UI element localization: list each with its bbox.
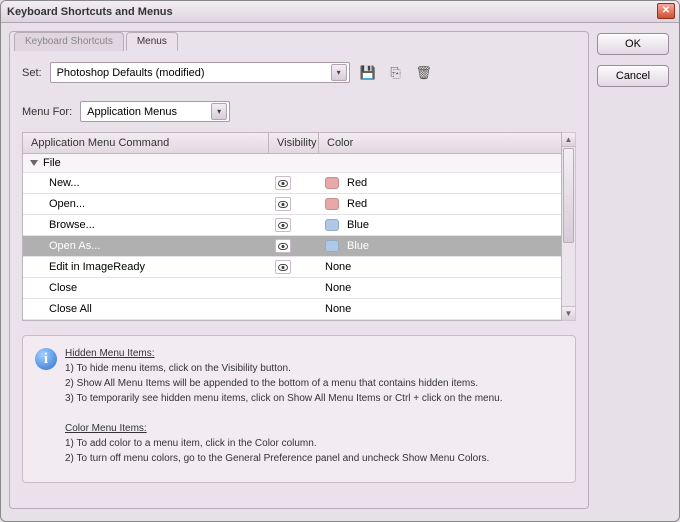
set-label: Set: <box>22 67 42 79</box>
cell-color[interactable]: Blue <box>319 219 561 231</box>
color-name: None <box>325 303 351 315</box>
cell-command: Open As... <box>23 240 269 252</box>
menu-for-label: Menu For: <box>22 106 72 118</box>
cell-color[interactable]: Red <box>319 198 561 210</box>
cell-visibility[interactable] <box>269 239 319 253</box>
info-line: 2) Show All Menu Items will be appended … <box>65 376 563 391</box>
cell-visibility[interactable] <box>269 260 319 274</box>
scroll-down-icon[interactable]: ▼ <box>562 306 575 320</box>
hidden-items-heading: Hidden Menu Items: <box>65 346 563 361</box>
grid-header: Application Menu Command Visibility Colo… <box>22 132 562 154</box>
cancel-button[interactable]: Cancel <box>597 65 669 87</box>
tabstrip: Keyboard Shortcuts Menus <box>14 31 178 50</box>
color-name: Blue <box>347 240 369 252</box>
set-value: Photoshop Defaults (modified) <box>57 67 205 79</box>
scroll-track[interactable] <box>562 147 575 306</box>
dialog-body: OK Cancel Keyboard Shortcuts Menus Set: … <box>1 23 679 521</box>
visibility-eye-icon[interactable] <box>275 176 291 190</box>
tab-content: Set: Photoshop Defaults (modified) ▾ 💾 ⎘… <box>10 52 588 508</box>
cell-command: New... <box>23 177 269 189</box>
color-name: Red <box>347 177 367 189</box>
menu-for-value: Application Menus <box>87 106 177 118</box>
color-swatch-icon <box>325 177 339 189</box>
delete-set-icon[interactable]: 🗑 <box>414 63 434 83</box>
scroll-up-icon[interactable]: ▲ <box>562 133 575 147</box>
visibility-eye-icon[interactable] <box>275 260 291 274</box>
color-swatch-icon <box>325 240 339 252</box>
save-set-as-icon[interactable]: ⎘ <box>386 63 406 83</box>
info-line: 2) To turn off menu colors, go to the Ge… <box>65 451 563 466</box>
cell-command: Open... <box>23 198 269 210</box>
table-row[interactable]: Open... Red <box>23 194 561 215</box>
cell-command: Close All <box>23 303 269 315</box>
col-header-command[interactable]: Application Menu Command <box>23 133 269 153</box>
info-line: 3) To temporarily see hidden menu items,… <box>65 391 563 406</box>
table-row[interactable]: Close None <box>23 278 561 299</box>
ok-button[interactable]: OK <box>597 33 669 55</box>
main-panel: Keyboard Shortcuts Menus Set: Photoshop … <box>9 31 589 509</box>
dialog-window: Keyboard Shortcuts and Menus ✕ OK Cancel… <box>0 0 680 522</box>
chevron-down-icon: ▾ <box>331 64 347 81</box>
cell-color[interactable]: None <box>319 261 561 273</box>
color-items-heading: Color Menu Items: <box>65 421 563 436</box>
menu-for-select[interactable]: Application Menus ▾ <box>80 101 230 122</box>
color-name: Blue <box>347 219 369 231</box>
cell-visibility[interactable] <box>269 176 319 190</box>
cell-command: Browse... <box>23 219 269 231</box>
cell-command: Close <box>23 282 269 294</box>
info-panel: i Hidden Menu Items: 1) To hide menu ite… <box>22 335 576 483</box>
cell-visibility[interactable] <box>269 218 319 232</box>
cell-color[interactable]: Red <box>319 177 561 189</box>
color-name: Red <box>347 198 367 210</box>
table-row[interactable]: New... Red <box>23 173 561 194</box>
scroll-thumb[interactable] <box>563 148 574 243</box>
visibility-eye-icon[interactable] <box>275 218 291 232</box>
menu-grid: Application Menu Command Visibility Colo… <box>22 132 576 321</box>
col-header-color[interactable]: Color <box>319 133 561 153</box>
menu-for-row: Menu For: Application Menus ▾ <box>22 101 576 122</box>
color-swatch-icon <box>325 219 339 231</box>
cell-color[interactable]: Blue <box>319 240 561 252</box>
cell-color[interactable]: None <box>319 282 561 294</box>
cell-color[interactable]: None <box>319 303 561 315</box>
grid-body: File New...RedOpen...RedBrowse...BlueOpe… <box>22 154 562 321</box>
table-row[interactable]: Close All None <box>23 299 561 320</box>
chevron-down-icon: ▾ <box>211 103 227 120</box>
visibility-eye-icon[interactable] <box>275 197 291 211</box>
disclosure-triangle-icon <box>29 158 39 168</box>
cell-command: Edit in ImageReady <box>23 261 269 273</box>
color-name: None <box>325 261 351 273</box>
table-row[interactable]: Edit in ImageReady None <box>23 257 561 278</box>
tab-menus[interactable]: Menus <box>126 32 178 51</box>
info-text: Hidden Menu Items: 1) To hide menu items… <box>65 346 563 466</box>
save-set-icon[interactable]: 💾 <box>358 63 378 83</box>
titlebar: Keyboard Shortcuts and Menus ✕ <box>1 1 679 23</box>
set-select[interactable]: Photoshop Defaults (modified) ▾ <box>50 62 350 83</box>
visibility-eye-icon[interactable] <box>275 239 291 253</box>
dialog-buttons: OK Cancel <box>597 33 669 87</box>
col-header-visibility[interactable]: Visibility <box>269 133 319 153</box>
info-line: 1) To add color to a menu item, click in… <box>65 436 563 451</box>
cancel-label: Cancel <box>616 70 650 82</box>
vertical-scrollbar[interactable]: ▲ ▼ <box>562 132 576 321</box>
cell-visibility[interactable] <box>269 197 319 211</box>
set-row: Set: Photoshop Defaults (modified) ▾ 💾 ⎘… <box>22 62 576 83</box>
info-line: 1) To hide menu items, click on the Visi… <box>65 361 563 376</box>
color-swatch-icon <box>325 198 339 210</box>
table-row[interactable]: Browse... Blue <box>23 215 561 236</box>
tab-label: Menus <box>137 36 167 47</box>
tab-label: Keyboard Shortcuts <box>25 36 113 47</box>
ok-label: OK <box>625 38 641 50</box>
close-icon[interactable]: ✕ <box>657 3 675 19</box>
tab-keyboard-shortcuts[interactable]: Keyboard Shortcuts <box>14 32 124 51</box>
group-label: File <box>43 157 61 169</box>
color-name: None <box>325 282 351 294</box>
dialog-title: Keyboard Shortcuts and Menus <box>7 6 173 18</box>
info-icon: i <box>35 348 57 370</box>
group-row-file[interactable]: File <box>23 154 561 173</box>
table-row[interactable]: Open As... Blue <box>23 236 561 257</box>
